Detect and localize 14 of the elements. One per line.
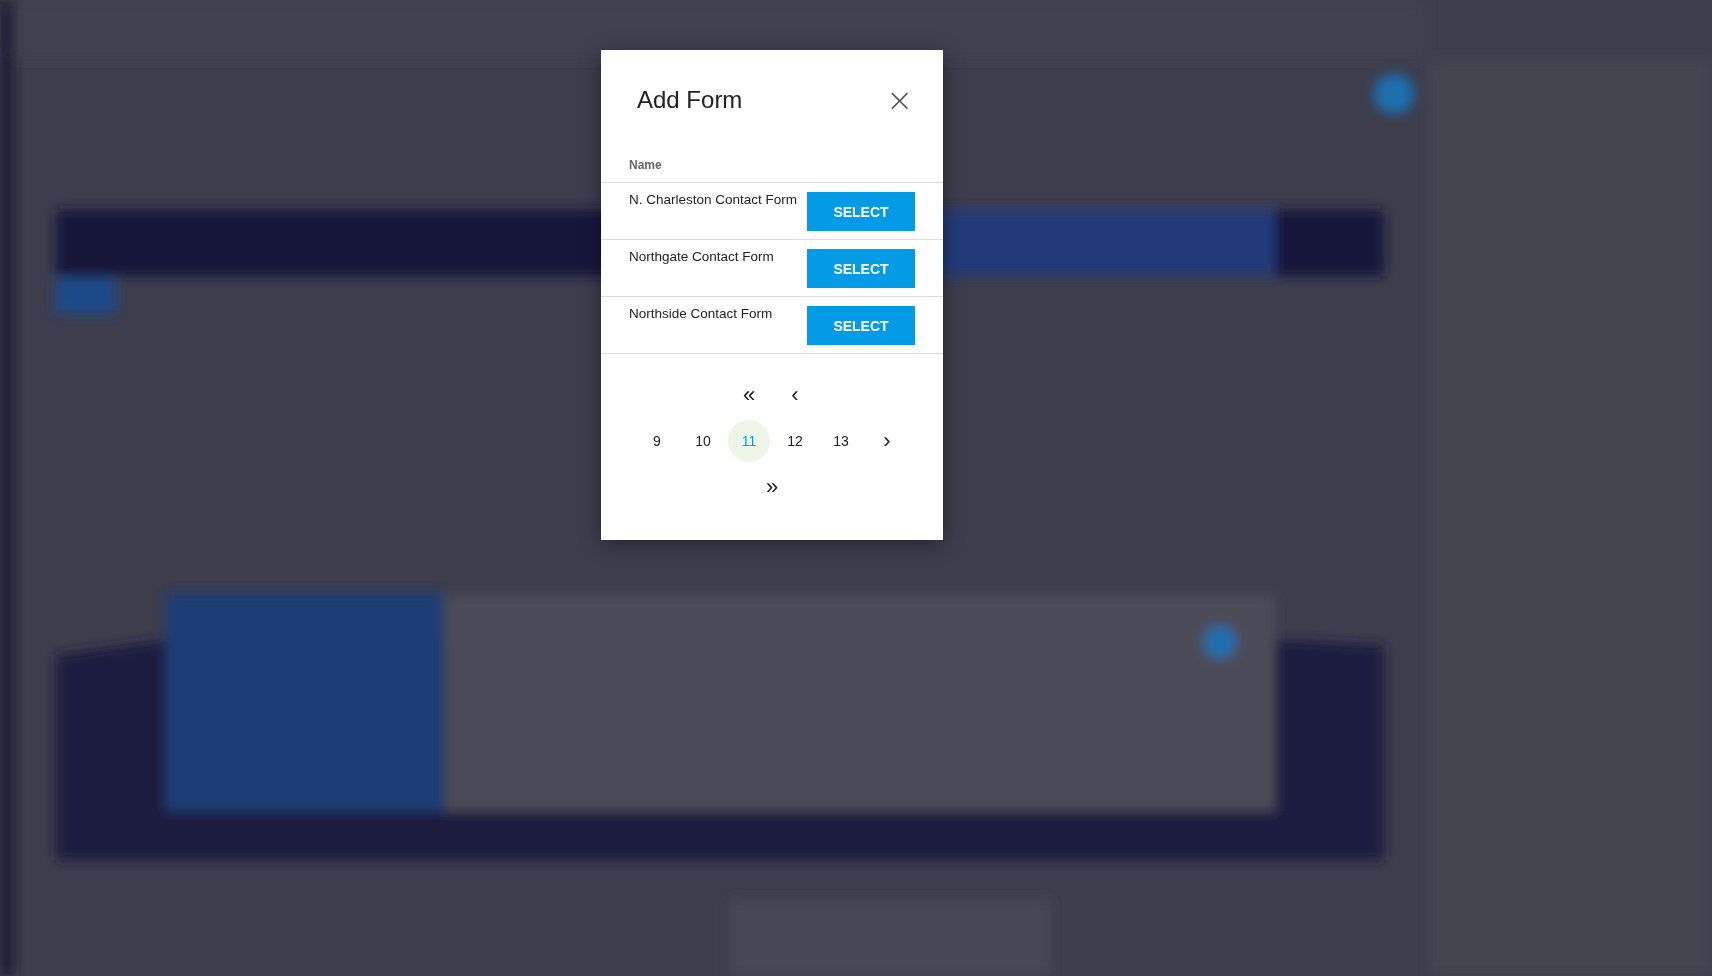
dialog-title: Add Form bbox=[637, 86, 743, 114]
close-button[interactable]: × bbox=[882, 88, 917, 112]
page-button[interactable]: 10 bbox=[682, 420, 724, 462]
form-name: N. Charleston Contact Form bbox=[629, 192, 798, 207]
last-page-button[interactable]: » bbox=[751, 466, 793, 508]
column-header: Name bbox=[601, 158, 943, 183]
next-page-button[interactable]: › bbox=[866, 420, 908, 462]
first-page-button[interactable]: « bbox=[728, 374, 770, 416]
page-button[interactable]: 13 bbox=[820, 420, 862, 462]
previous-page-button[interactable]: ‹ bbox=[774, 374, 816, 416]
form-name: Northside Contact Form bbox=[629, 306, 773, 321]
page-button[interactable]: 9 bbox=[636, 420, 678, 462]
form-name: Northgate Contact Form bbox=[629, 249, 774, 264]
page-button[interactable]: 12 bbox=[774, 420, 816, 462]
